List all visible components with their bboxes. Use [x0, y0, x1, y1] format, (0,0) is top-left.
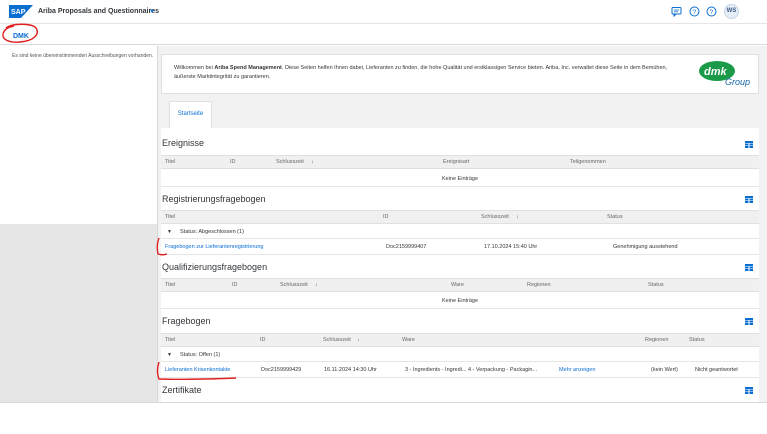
sort-down-icon[interactable]: ↓ [311, 159, 314, 165]
cell-time: 17.10.2024 15:40 Uhr [484, 244, 538, 250]
help-icon[interactable]: ? [689, 6, 700, 17]
group-label: Status: Offen (1) [180, 352, 221, 358]
app-title[interactable]: Ariba Proposals and Questionnaires [38, 8, 159, 15]
registration-questionnaire-link[interactable]: Fragebogen zur Lieferantenregistrierung [165, 244, 263, 250]
group-row-open[interactable]: ▼ Status: Offen (1) [161, 348, 759, 362]
cell-ware: 3 - Ingredients - Ingredi... 4 - Verpack… [405, 367, 538, 373]
cell-status: Nicht geantwortet [695, 367, 738, 373]
column-header[interactable]: Schlusszeit [323, 337, 351, 343]
cell-id: Doc2159999407 [386, 244, 427, 250]
cell-time: 16.11.2024 14:30 Uhr [324, 367, 377, 373]
welcome-text: Willkommen bei Ariba Spend Management. D… [174, 65, 668, 80]
column-header[interactable]: Schlusszeit [276, 159, 304, 165]
column-header[interactable]: Titel [165, 282, 175, 288]
qualification-empty-row: Keine Einträge [161, 293, 759, 309]
sort-down-icon[interactable]: ↓ [315, 282, 318, 288]
svg-text:Group: Group [725, 77, 750, 87]
tab-startseite[interactable]: Startseite [169, 101, 212, 128]
section-title-qualification: Qualifizierungsfragebogen [162, 262, 268, 272]
column-header[interactable]: Titel [165, 214, 175, 220]
cell-status: Genehmigung ausstehend [613, 244, 678, 250]
column-header[interactable]: Ware [451, 282, 464, 288]
welcome-bold: Ariba Spend Management [214, 65, 282, 71]
column-header[interactable]: Schlusszeit [280, 282, 308, 288]
events-empty-row: Keine Einträge [161, 171, 759, 187]
group-row-completed[interactable]: ▼ Status: Abgeschlossen (1) [161, 225, 759, 239]
bottom-strip [0, 402, 767, 434]
company-bar: DMK [0, 25, 767, 45]
column-header[interactable]: Status [689, 337, 705, 343]
column-header[interactable]: Schlusszeit [481, 214, 509, 220]
sort-down-icon[interactable]: ↓ [516, 214, 519, 220]
column-header[interactable]: Titel [165, 337, 175, 343]
left-pane-filler [0, 224, 157, 402]
svg-text:?: ? [693, 9, 697, 16]
show-more-link[interactable]: Mehr anzeigen [559, 367, 595, 373]
column-header[interactable]: Teilgenommen [570, 159, 606, 165]
questionnaire-table-header: Titel ID Schlusszeit ↓ Ware Regionen Sta… [161, 333, 759, 347]
column-header[interactable]: Regionen [645, 337, 669, 343]
collapse-triangle-icon[interactable]: ▼ [167, 229, 172, 235]
column-header[interactable]: Titel [165, 159, 175, 165]
user-avatar[interactable]: WS [724, 4, 739, 19]
column-header[interactable]: Ware [402, 337, 415, 343]
table-options-icon[interactable] [745, 141, 753, 148]
section-title-questionnaire: Fragebogen [162, 316, 211, 326]
column-header[interactable]: Ereignisart [443, 159, 469, 165]
svg-text:?: ? [710, 9, 714, 16]
section-title-certificates: Zertifikate [162, 385, 202, 395]
table-options-icon[interactable] [745, 264, 753, 271]
column-header[interactable]: Status [648, 282, 664, 288]
top-bar: SAP Ariba Proposals and Questionnaires ▼… [0, 0, 767, 24]
table-options-icon[interactable] [745, 318, 753, 325]
svg-text:dmk: dmk [704, 66, 728, 78]
registration-table-header: Titel ID Schlusszeit ↓ Status [161, 210, 759, 224]
chevron-down-icon[interactable]: ▼ [149, 9, 155, 15]
cell-region: (kein Wert) [651, 367, 678, 373]
left-pane: Es sind keine übereinstimmenden Ausschre… [0, 46, 158, 402]
svg-text:SAP: SAP [11, 9, 26, 16]
section-title-events: Ereignisse [162, 138, 205, 148]
table-row: Lieferanten Krisenkontakte Doc2159999429… [161, 362, 759, 378]
table-options-icon[interactable] [745, 387, 753, 394]
column-header[interactable]: Status [607, 214, 623, 220]
chat-icon[interactable] [671, 6, 682, 17]
crisis-contacts-link[interactable]: Lieferanten Krisenkontakte [165, 367, 230, 373]
collapse-triangle-icon[interactable]: ▼ [167, 352, 172, 358]
column-header[interactable]: Regionen [527, 282, 551, 288]
column-header[interactable]: ID [232, 282, 238, 288]
sort-down-icon[interactable]: ↓ [357, 337, 360, 343]
no-events-message: Es sind keine übereinstimmenden Ausschre… [12, 53, 154, 59]
sap-logo[interactable]: SAP [9, 5, 33, 18]
events-table-header: Titel ID Schlusszeit ↓ Ereignisart Teilg… [161, 155, 759, 169]
dmk-group-logo: dmk Group [699, 61, 750, 87]
company-dmk-link[interactable]: DMK [13, 33, 29, 40]
column-header[interactable]: ID [383, 214, 389, 220]
group-label: Status: Abgeschlossen (1) [180, 229, 244, 235]
cell-id: Doc2159999429 [261, 367, 302, 373]
column-header[interactable]: ID [260, 337, 266, 343]
table-options-icon[interactable] [745, 196, 753, 203]
section-title-registration: Registrierungsfragebogen [162, 194, 266, 204]
column-header[interactable]: ID [230, 159, 236, 165]
qualification-table-header: Titel ID Schlusszeit ↓ Ware Regionen Sta… [161, 278, 759, 292]
tab-strip [161, 101, 759, 128]
table-row: Fragebogen zur Lieferantenregistrierung … [161, 239, 759, 255]
help-icon[interactable]: ? [706, 6, 717, 17]
